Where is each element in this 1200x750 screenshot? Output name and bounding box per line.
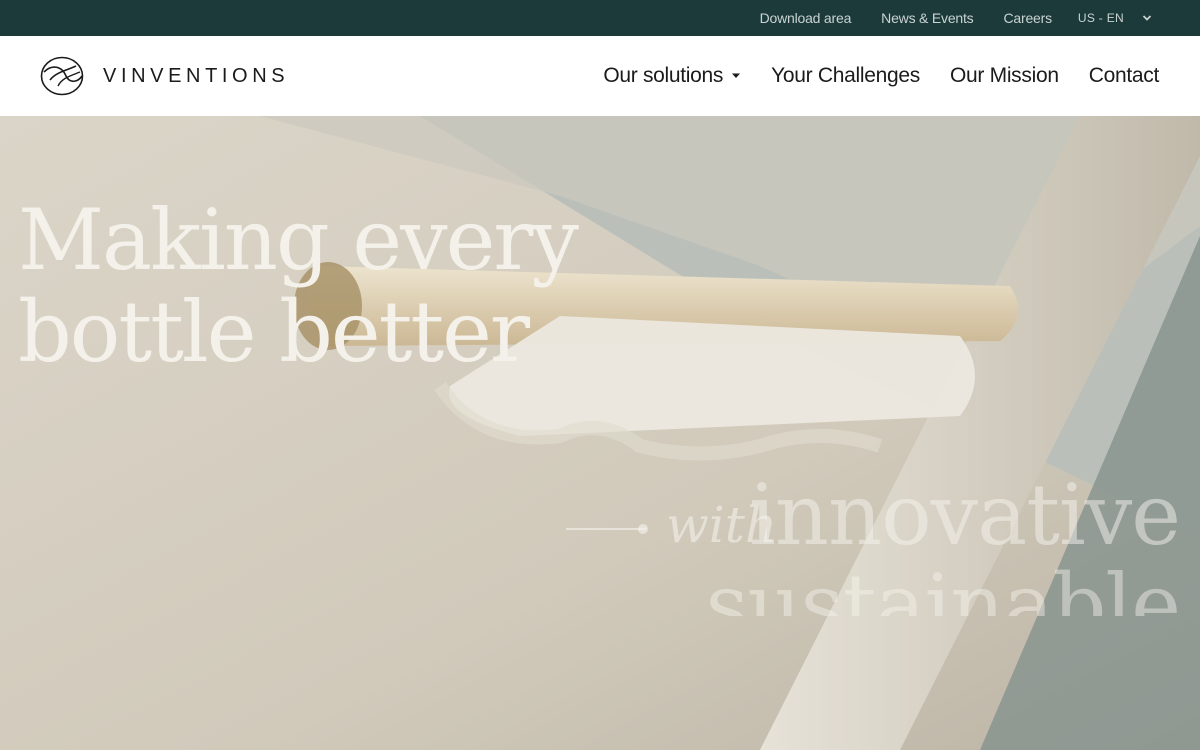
hero-headline-line1: Making every — [18, 191, 579, 289]
tagline-word-sustainable: sustainable — [705, 556, 1181, 616]
hero-section: Making every bottle better with innovati… — [0, 116, 1200, 750]
tagline-rule — [566, 528, 646, 530]
chevron-down-icon — [1142, 15, 1152, 21]
tagline-dot — [638, 524, 648, 534]
utility-bar: Download area News & Events Careers US -… — [0, 0, 1200, 36]
hero-headline-line2: bottle better — [18, 283, 530, 381]
nav-our-solutions-label: Our solutions — [603, 64, 724, 87]
nav-contact[interactable]: Contact — [1089, 64, 1160, 88]
leaf-logo-icon — [40, 56, 84, 96]
language-selector[interactable]: US - EN — [1078, 11, 1152, 25]
careers-link[interactable]: Careers — [1003, 10, 1052, 26]
main-nav: Our solutions Your Challenges Our Missio… — [603, 64, 1159, 88]
brand-name: VINVENTIONS — [103, 64, 290, 87]
download-area-link[interactable]: Download area — [760, 10, 852, 26]
nav-your-challenges[interactable]: Your Challenges — [771, 64, 920, 88]
caret-down-icon — [732, 73, 741, 78]
brand-logo[interactable]: VINVENTIONS — [40, 56, 289, 96]
hero-tagline: with innovative sustainable — [566, 466, 1186, 616]
main-header: VINVENTIONS Our solutions Your Challenge… — [0, 36, 1200, 116]
language-label: US - EN — [1077, 11, 1124, 25]
news-events-link[interactable]: News & Events — [881, 10, 974, 26]
nav-our-solutions[interactable]: Our solutions — [603, 64, 741, 88]
tagline-word-innovative: innovative — [749, 466, 1181, 564]
nav-our-mission[interactable]: Our Mission — [950, 64, 1059, 88]
hero-headline: Making every bottle better — [18, 191, 579, 381]
